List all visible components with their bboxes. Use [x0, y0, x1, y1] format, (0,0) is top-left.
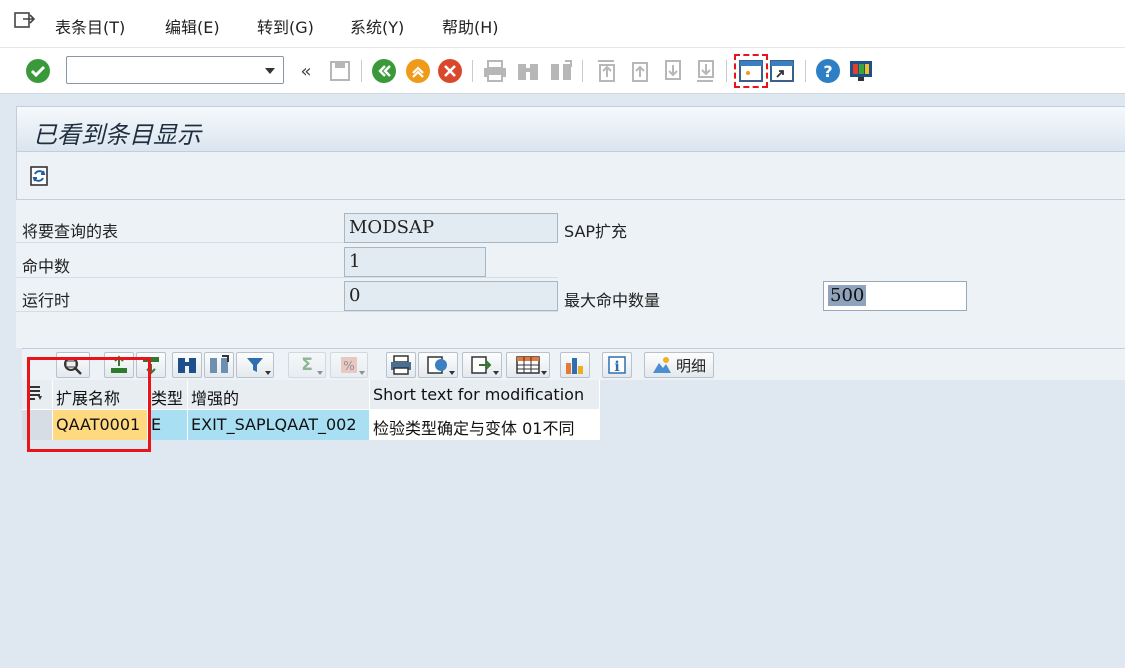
menu-table-entry[interactable]: 表条目(T)	[55, 14, 125, 38]
runtime-field: 0	[344, 281, 558, 311]
last-page-icon[interactable]	[691, 57, 719, 85]
subtotal-icon[interactable]: %	[330, 352, 368, 378]
export-icon[interactable]	[462, 352, 502, 378]
shortcut-icon[interactable]	[768, 57, 796, 85]
table-cell[interactable]: EXIT_SAPLQAAT_002	[188, 410, 370, 440]
mountain-icon	[652, 357, 671, 373]
title-bar: 已看到条目显示	[16, 106, 1125, 152]
find-next-icon[interactable]	[547, 57, 575, 85]
enter-icon[interactable]	[24, 57, 52, 85]
save-icon[interactable]	[326, 57, 354, 85]
svg-text:?: ?	[823, 62, 832, 81]
graphic-icon[interactable]	[560, 352, 590, 378]
customize-layout-icon[interactable]	[847, 57, 875, 85]
hits-field: 1	[344, 247, 486, 277]
help-icon[interactable]: ?	[814, 57, 842, 85]
menu-goto[interactable]: 转到(G)	[257, 14, 314, 38]
info-icon[interactable]: i	[602, 352, 632, 378]
table-field: MODSAP	[344, 213, 558, 243]
application-toolbar	[16, 152, 1125, 200]
detail-button-label: 明细	[675, 356, 706, 375]
alv-toolbar: Σ % i 明细	[22, 348, 1125, 380]
print-icon[interactable]	[481, 57, 509, 85]
svg-text:%: %	[343, 359, 354, 373]
highlight-box	[27, 357, 151, 452]
menu-edit[interactable]: 编辑(E)	[165, 14, 220, 38]
refresh-icon[interactable]	[25, 162, 53, 190]
cancel-icon[interactable]	[436, 57, 464, 85]
next-page-icon[interactable]	[658, 57, 686, 85]
hits-label: 命中数	[22, 257, 71, 276]
detail-button[interactable]: 明细	[644, 352, 714, 378]
first-page-icon[interactable]	[592, 57, 620, 85]
alv-grid-container: Σ % i 明细 扩展名称 类型 增强的 Short text for modi…	[16, 348, 1125, 668]
svg-text:i: i	[614, 359, 619, 375]
column-header[interactable]: Short text for modification	[370, 380, 600, 410]
filter-icon[interactable]	[236, 352, 274, 378]
new-session-icon[interactable]	[734, 54, 768, 88]
total-icon[interactable]: Σ	[288, 352, 326, 378]
table-description: SAP扩充	[564, 222, 628, 241]
table-cell[interactable]: 检验类型确定与变体 01不同	[370, 410, 600, 440]
max-hits-input[interactable]: 500	[823, 281, 967, 311]
menu-help[interactable]: 帮助(H)	[442, 14, 499, 38]
find-icon[interactable]	[172, 352, 202, 378]
command-input[interactable]	[71, 58, 261, 82]
command-field[interactable]	[66, 56, 284, 84]
standard-toolbar: « ?	[0, 48, 1125, 94]
find-next-icon[interactable]	[204, 352, 234, 378]
collapse-icon[interactable]: «	[292, 57, 320, 85]
menu-bar: 表条目(T) 编辑(E) 转到(G) 系统(Y) 帮助(H)	[0, 0, 1125, 48]
back-icon[interactable]	[370, 57, 398, 85]
max-hits-label: 最大命中数量	[564, 291, 661, 310]
runtime-label: 运行时	[22, 291, 71, 310]
system-menu-icon[interactable]	[14, 10, 36, 30]
column-header[interactable]: 增强的	[188, 380, 370, 410]
exit-icon[interactable]	[404, 57, 432, 85]
page-title: 已看到条目显示	[33, 121, 201, 149]
selection-form: 将要查询的表 MODSAP SAP扩充 命中数 1 运行时 0 最大命中数量 5…	[16, 200, 1125, 350]
table-label: 将要查询的表	[22, 222, 119, 241]
menu-system[interactable]: 系统(Y)	[350, 14, 404, 38]
max-hits-value: 500	[828, 285, 867, 306]
chevron-down-icon[interactable]	[265, 68, 275, 74]
prev-page-icon[interactable]	[625, 57, 653, 85]
print-preview-icon[interactable]	[386, 352, 416, 378]
find-icon[interactable]	[514, 57, 542, 85]
column-header[interactable]: 类型	[148, 380, 188, 410]
layout-icon[interactable]	[506, 352, 550, 378]
views-icon[interactable]	[418, 352, 458, 378]
table-cell[interactable]: E	[148, 410, 188, 440]
